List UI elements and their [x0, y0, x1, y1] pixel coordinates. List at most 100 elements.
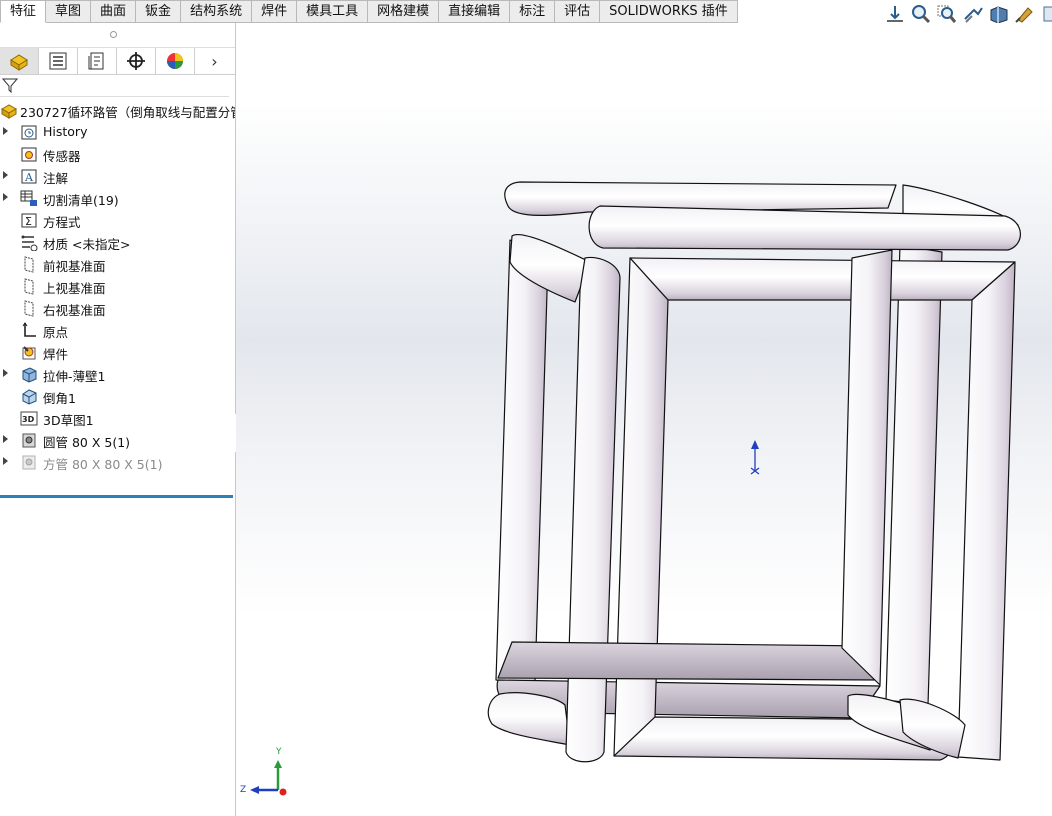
origin-marker [750, 440, 760, 475]
sensor-icon [20, 145, 38, 163]
ribbon-tab-10[interactable]: 评估 [555, 0, 601, 23]
tree-item-label: 材质 <未指定> [43, 237, 131, 252]
history-icon [20, 123, 38, 141]
ribbon-tab-9[interactable]: 标注 [510, 0, 556, 23]
triad-y-label: Y [275, 747, 282, 757]
tree-item-2[interactable]: A 注解 [0, 165, 235, 187]
ribbon-tab-11[interactable]: SOLIDWORKS 插件 [600, 0, 738, 23]
tree-item-11[interactable]: 拉伸-薄壁1 [0, 363, 235, 385]
tree-item-1[interactable]: 传感器 [0, 143, 235, 165]
tree-item-label: History [43, 124, 88, 139]
ribbon-tab-4[interactable]: 结构系统 [181, 0, 253, 23]
expand-arrow-icon[interactable] [3, 435, 8, 443]
tree-item-3[interactable]: 切割清单(19) [0, 187, 235, 209]
property-manager-icon [49, 52, 67, 70]
tree-item-8[interactable]: 右视基准面 [0, 297, 235, 319]
zoom-to-fit-icon[interactable] [910, 4, 932, 24]
tree-item-13[interactable]: 3D 3D草图1 [0, 407, 235, 429]
ribbon-tabs: 特征 草图 曲面 钣金 结构系统 焊件 模具工具 网格建模 直接编辑 标注 评估 SOLIDWORKS… [0, 0, 738, 23]
manager-tabs: › [0, 47, 235, 75]
structural-member-icon [20, 453, 38, 471]
tree-item-label: 3D草图1 [43, 413, 94, 428]
tree-root-label: 230727循环路管（倒角取线与配置分管） [20, 105, 235, 120]
expand-arrow-icon[interactable] [3, 127, 8, 135]
tree-item-label: 传感器 [43, 149, 81, 164]
edit-appearance-icon[interactable] [1040, 4, 1052, 24]
expand-arrow-icon[interactable] [3, 369, 8, 377]
ribbon-tab-6[interactable]: 模具工具 [297, 0, 369, 23]
pipe-frame-model[interactable]: Y Z [236, 23, 1052, 816]
feature-manager-icon [10, 54, 28, 71]
section-view-icon[interactable] [988, 4, 1010, 24]
weldment-icon [20, 343, 38, 361]
material-icon [20, 233, 38, 252]
display-style-icon[interactable] [1014, 4, 1036, 24]
previous-view-icon[interactable] [962, 4, 984, 24]
equation-icon: Σ [20, 211, 38, 229]
part-icon [0, 101, 18, 119]
tree-item-7[interactable]: 上视基准面 [0, 275, 235, 297]
tree-item-label: 上视基准面 [43, 281, 106, 296]
chevron-right-icon[interactable]: › [195, 48, 234, 74]
tab-feature-manager[interactable] [0, 48, 39, 74]
tree-item-label: 右视基准面 [43, 303, 106, 318]
tree-item-10[interactable]: 焊件 [0, 341, 235, 363]
plane-icon [20, 255, 38, 273]
tree-item-label: 原点 [43, 325, 69, 340]
tree-item-9[interactable]: 原点 [0, 319, 235, 341]
tab-property-manager[interactable] [39, 48, 78, 74]
tree-filter[interactable] [0, 74, 229, 97]
chamfer-icon [20, 387, 38, 405]
origin-icon [20, 321, 38, 339]
tree-item-12[interactable]: 倒角1 [0, 385, 235, 407]
ribbon-tab-7[interactable]: 网格建模 [368, 0, 440, 23]
3d-sketch-icon: 3D [20, 409, 38, 427]
tab-dimxpert-manager[interactable] [117, 48, 156, 74]
extrude-icon [20, 365, 38, 383]
tab-configuration-manager[interactable] [78, 48, 117, 74]
rollback-bar[interactable] [0, 495, 233, 498]
tree-item-6[interactable]: 前视基准面 [0, 253, 235, 275]
expand-arrow-icon[interactable] [3, 193, 8, 201]
tree-item-label: 前视基准面 [43, 259, 106, 274]
tree-item-label: 方程式 [43, 215, 81, 230]
view-orientation-icon[interactable] [884, 4, 906, 24]
ribbon-tab-5[interactable]: 焊件 [252, 0, 298, 23]
ribbon-tab-2[interactable]: 曲面 [91, 0, 137, 23]
filter-icon[interactable] [2, 77, 18, 93]
svg-text:Σ: Σ [25, 215, 32, 228]
reference-triad: Y Z [240, 747, 287, 796]
zoom-to-area-icon[interactable] [936, 4, 958, 24]
feature-manager-panel: › 230727循环路管（倒角取线与配置分管） History 传感器 A 注解切割清单… [0, 23, 236, 816]
ribbon-tab-8[interactable]: 直接编辑 [439, 0, 511, 23]
ribbon-tab-bar: 特征 草图 曲面 钣金 结构系统 焊件 模具工具 网格建模 直接编辑 标注 评估 SOLIDWORKS… [0, 0, 1052, 24]
plane-icon [20, 277, 38, 295]
annotation-icon: A [20, 167, 38, 185]
plane-icon [20, 299, 38, 317]
tree-item-label: 倒角1 [43, 391, 76, 406]
panel-grip-handle[interactable] [110, 31, 117, 38]
tree-root-part[interactable]: 230727循环路管（倒角取线与配置分管） [0, 99, 235, 121]
tree-item-14[interactable]: 圆管 80 X 5(1) [0, 429, 235, 451]
configuration-manager-icon [88, 52, 104, 70]
tree-item-label: 圆管 80 X 5(1) [43, 435, 131, 450]
tree-item-0[interactable]: History [0, 121, 235, 143]
ribbon-tab-0[interactable]: 特征 [0, 0, 47, 23]
cut-list-icon [20, 189, 38, 207]
ribbon-tab-3[interactable]: 钣金 [136, 0, 182, 23]
dimxpert-manager-icon [127, 52, 145, 70]
expand-arrow-icon[interactable] [3, 171, 8, 179]
ribbon-tab-1[interactable]: 草图 [46, 0, 92, 23]
tab-display-manager[interactable] [156, 48, 195, 74]
svg-text:3D: 3D [22, 415, 35, 424]
heads-up-view-toolbar [884, 4, 1052, 24]
tree-item-label: 切割清单(19) [43, 193, 119, 208]
tree-item-label: 拉伸-薄壁1 [43, 369, 106, 384]
structural-member-icon [20, 431, 38, 449]
tree-item-label: 注解 [43, 171, 69, 186]
expand-arrow-icon[interactable] [3, 457, 8, 465]
graphics-viewport[interactable]: Y Z [236, 23, 1052, 816]
tree-item-4[interactable]: Σ 方程式 [0, 209, 235, 231]
tree-item-15[interactable]: 方管 80 X 80 X 5(1) [0, 451, 235, 473]
tree-item-5[interactable]: 材质 <未指定> [0, 231, 235, 253]
